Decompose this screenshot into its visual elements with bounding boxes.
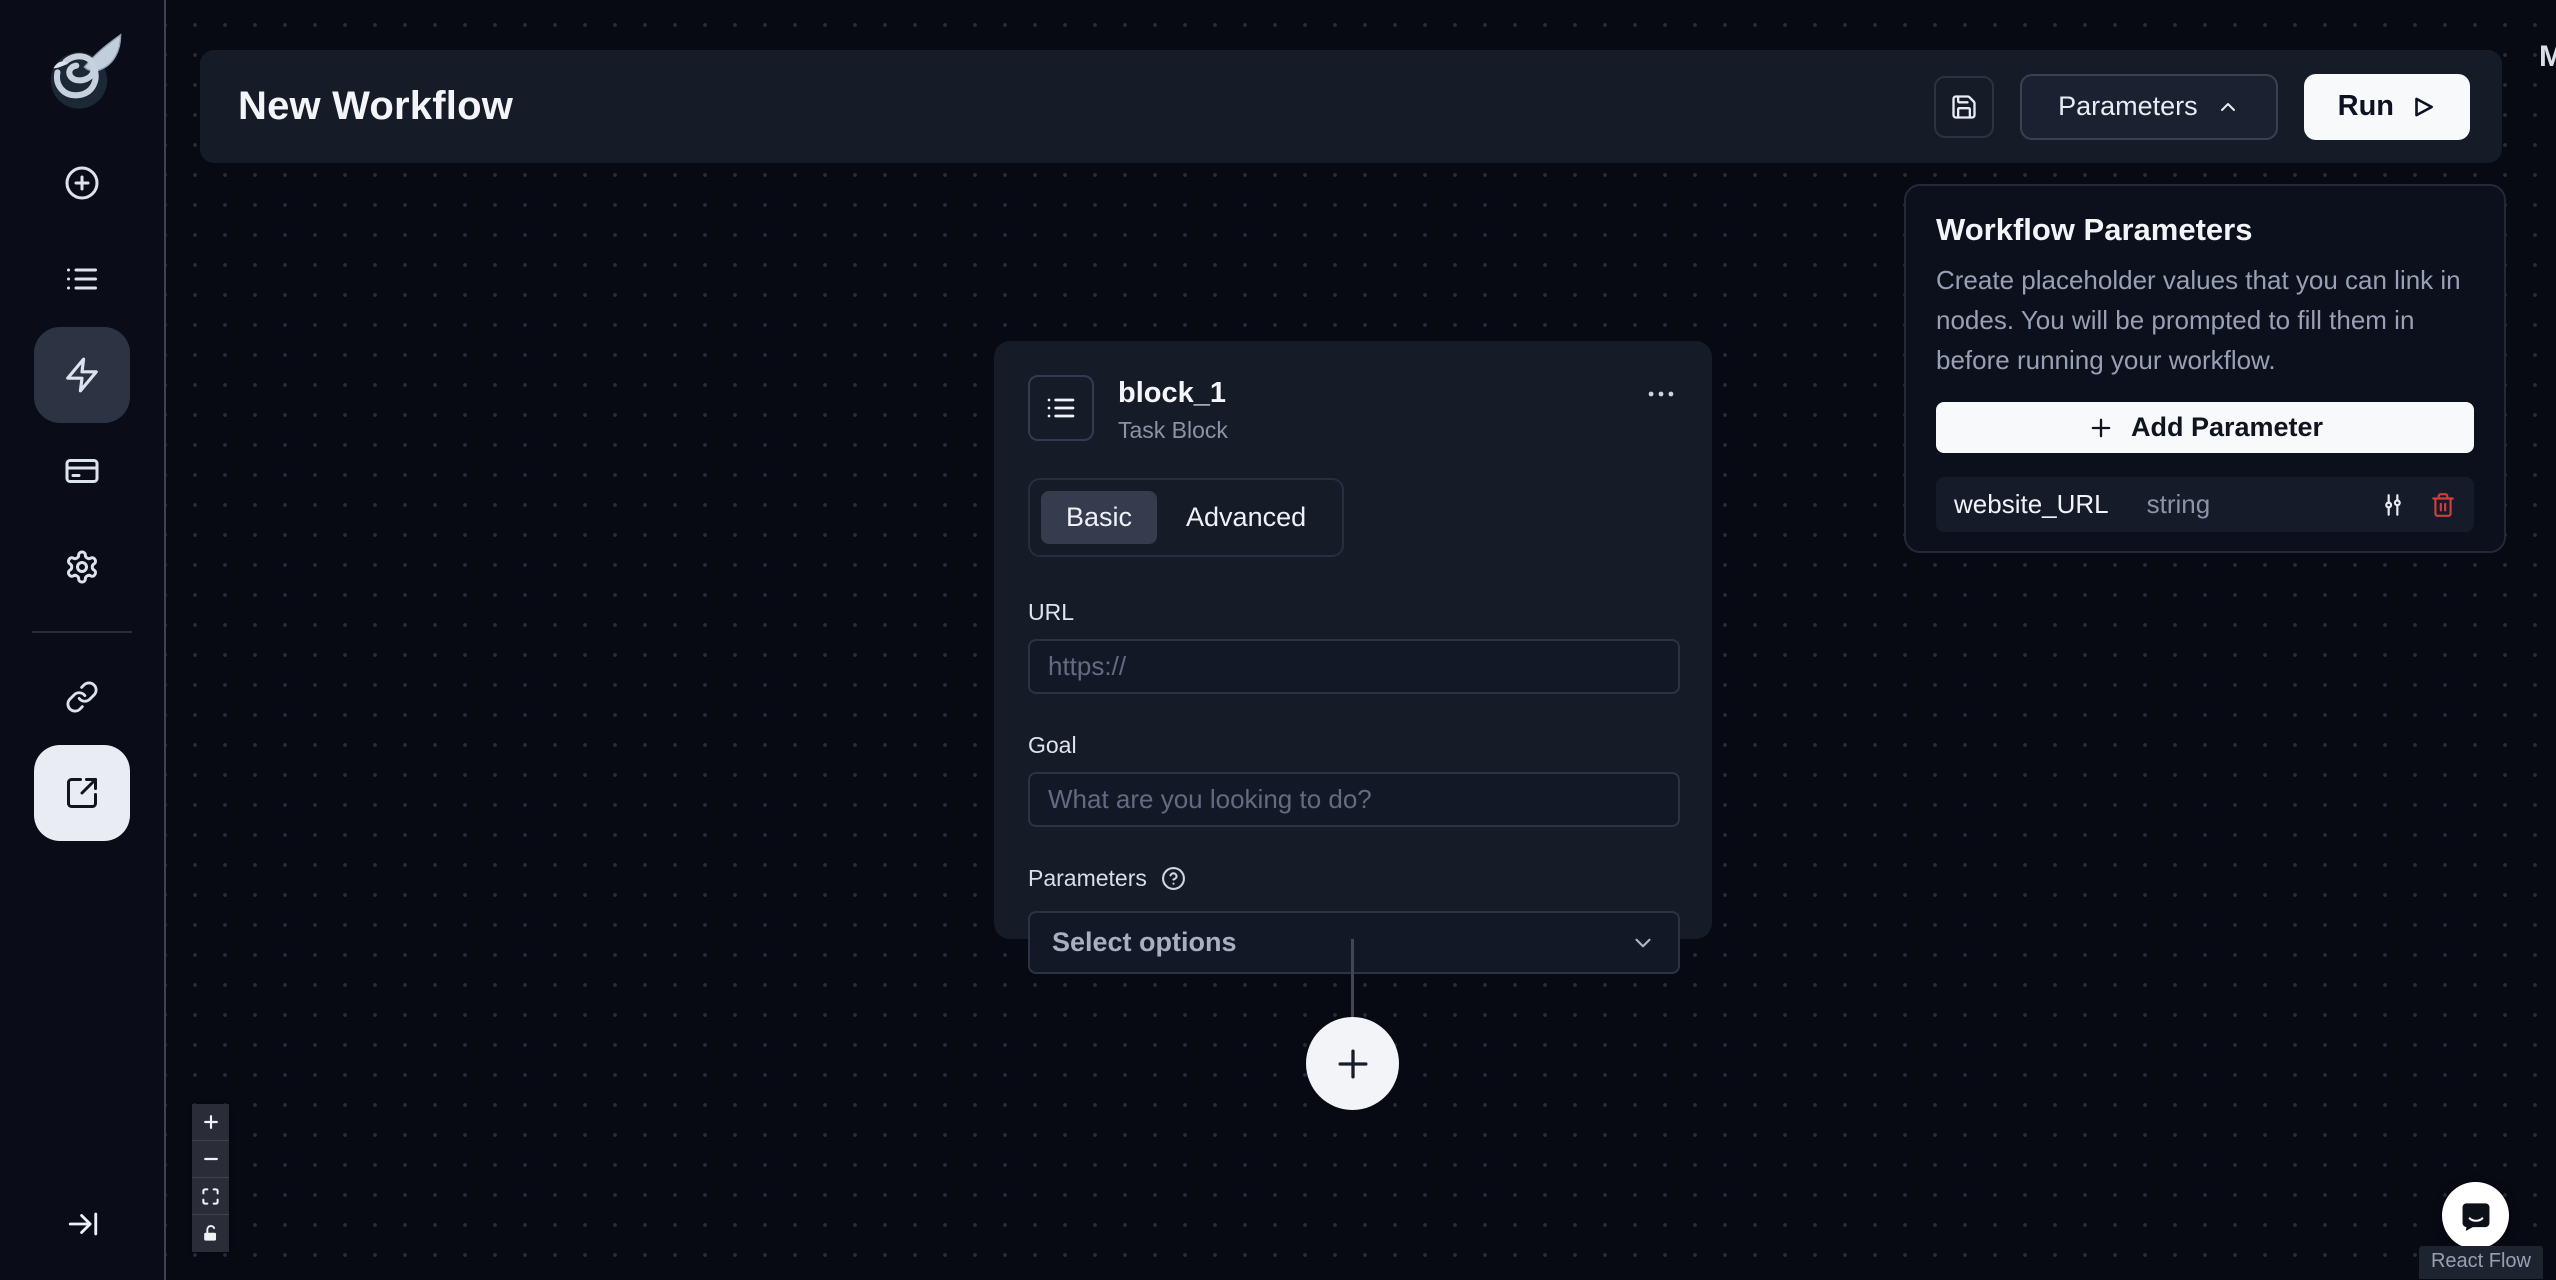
add-parameter-button[interactable]: Add Parameter <box>1936 402 2474 453</box>
zoom-out-icon <box>203 1157 218 1161</box>
block-menu-button[interactable] <box>1644 375 1678 416</box>
goal-field-label: Goal <box>1028 732 1077 758</box>
block-mode-tabs: Basic Advanced <box>1028 478 1345 557</box>
add-parameter-label: Add Parameter <box>2130 412 2324 442</box>
clipped-edge-text: M <box>2539 40 2556 73</box>
lightning-icon <box>66 357 98 393</box>
parameters-field-label: Parameters <box>1028 865 1678 892</box>
trash-icon <box>2432 492 2454 517</box>
help-circle-icon[interactable] <box>1161 866 1186 891</box>
parameter-key: website_URL <box>1954 489 2109 519</box>
sidebar <box>0 0 166 1280</box>
list-icon <box>67 268 97 290</box>
block-name: block_1 <box>1118 377 1226 409</box>
parameters-toggle-label: Parameters <box>2058 91 2198 121</box>
arrow-right-to-line-icon <box>68 1212 98 1236</box>
parameters-select-value: Select options <box>1052 927 1237 957</box>
add-block-button[interactable] <box>1306 1017 1399 1110</box>
workflow-header: New Workflow Parameters Run <box>200 50 2502 163</box>
block-titles: block_1 Task Block <box>1118 375 1228 444</box>
block-type-label: Task Block <box>1118 417 1228 443</box>
react-flow-attribution: React Flow <box>2418 1246 2543 1279</box>
sidebar-item-settings[interactable] <box>34 519 130 615</box>
zoom-in-button[interactable] <box>192 1104 229 1141</box>
credit-card-icon <box>65 459 99 483</box>
plus-circle-icon <box>65 166 99 200</box>
panel-title: Workflow Parameters <box>1936 212 2253 247</box>
block-icon-box <box>1028 375 1094 441</box>
zoom-in-icon <box>203 1115 218 1129</box>
skyvern-logo[interactable] <box>40 28 126 114</box>
run-button-label: Run <box>2337 90 2394 122</box>
ellipsis-icon <box>1648 391 1674 397</box>
chevron-down-icon <box>1635 938 1651 947</box>
parameter-type: string <box>2146 489 2211 519</box>
chat-bubble-icon <box>2462 1202 2489 1231</box>
external-link-icon <box>67 778 97 808</box>
parameter-actions <box>2380 492 2456 518</box>
plus-icon <box>2091 418 2111 437</box>
workflow-canvas[interactable]: New Workflow Parameters Run block_1 Task… <box>166 0 2556 1280</box>
workflow-parameters-panel: Workflow Parameters Create placeholder v… <box>1904 184 2506 553</box>
workflow-editor-screen: New Workflow Parameters Run block_1 Task… <box>0 0 2556 1280</box>
tab-basic[interactable]: Basic <box>1041 491 1158 544</box>
parameters-select[interactable]: Select options <box>1028 911 1680 974</box>
page-title: New Workflow <box>238 84 514 128</box>
sidebar-item-workflows[interactable] <box>34 327 130 423</box>
edit-parameter-button[interactable] <box>2380 492 2406 518</box>
lock-toggle-button[interactable] <box>192 1215 229 1252</box>
sidebar-item-create[interactable] <box>34 135 130 231</box>
support-chat-button[interactable] <box>2442 1182 2509 1249</box>
fit-view-icon <box>202 1187 219 1205</box>
parameters-toggle-button[interactable]: Parameters <box>2020 73 2278 140</box>
play-icon <box>2415 97 2433 116</box>
delete-parameter-button[interactable] <box>2430 492 2456 518</box>
zoom-out-button[interactable] <box>192 1141 229 1178</box>
link-icon <box>66 681 98 713</box>
task-list-icon <box>1047 398 1075 418</box>
sidebar-item-runs[interactable] <box>34 231 130 327</box>
unlock-icon <box>204 1225 217 1241</box>
sidebar-expand-button[interactable] <box>35 1194 131 1254</box>
gear-icon <box>67 550 97 584</box>
parameters-field-label-text: Parameters <box>1028 865 1147 891</box>
fit-view-button[interactable] <box>192 1178 229 1215</box>
sidebar-divider <box>32 631 132 633</box>
node-connector-edge <box>1351 939 1354 1019</box>
sidebar-item-integrations[interactable] <box>34 649 130 745</box>
save-icon <box>1952 94 1976 119</box>
parameter-row[interactable]: website_URL string <box>1936 477 2474 532</box>
url-field-label: URL <box>1028 599 1075 625</box>
task-block-node[interactable]: block_1 Task Block Basic Advanced URL Go… <box>994 341 1712 974</box>
plus-icon <box>1338 1049 1367 1078</box>
canvas-controls <box>192 1104 229 1252</box>
sidebar-nav <box>0 135 164 841</box>
tab-advanced[interactable]: Advanced <box>1161 491 1331 544</box>
sidebar-item-share[interactable] <box>34 745 130 841</box>
block-header: block_1 Task Block <box>1028 375 1678 444</box>
goal-input[interactable] <box>1028 772 1680 827</box>
sidebar-item-billing[interactable] <box>34 423 130 519</box>
save-button[interactable] <box>1934 75 1995 138</box>
url-input[interactable] <box>1028 639 1680 694</box>
chevron-up-icon <box>2220 102 2235 111</box>
sliders-icon <box>2385 493 2401 516</box>
header-actions: Parameters Run <box>1934 73 2470 140</box>
panel-description: Create placeholder values that you can l… <box>1936 265 2461 375</box>
run-button[interactable]: Run <box>2303 73 2470 140</box>
